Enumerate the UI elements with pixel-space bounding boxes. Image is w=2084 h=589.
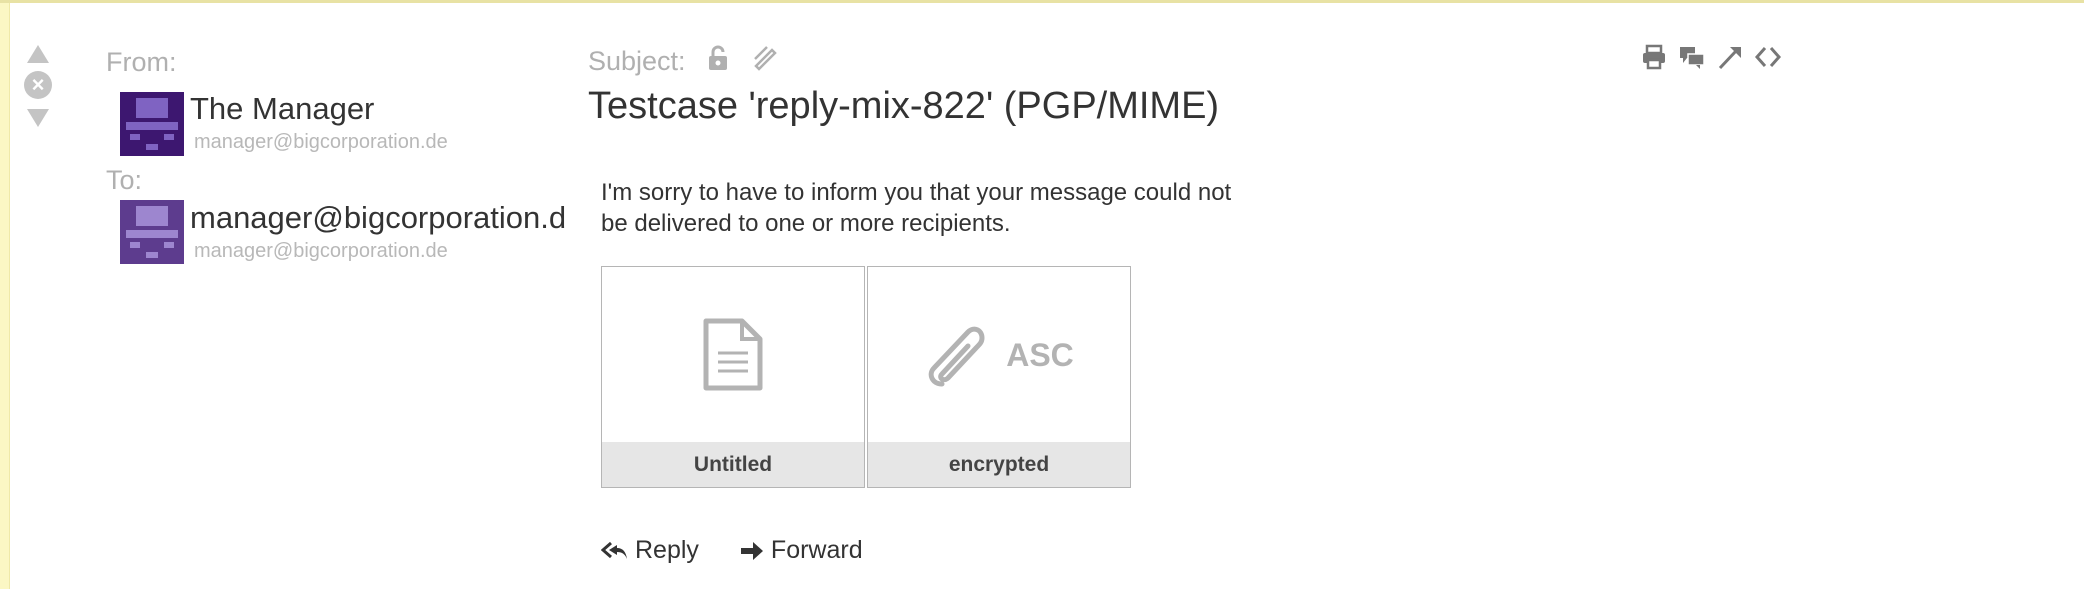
sender-email: manager@bigcorporation.de xyxy=(194,131,448,153)
sender-avatar[interactable] xyxy=(120,92,184,156)
message-body: I'm sorry to have to inform you that you… xyxy=(601,179,1232,237)
to-label: To: xyxy=(106,165,143,195)
attachment-preview xyxy=(602,267,864,444)
previous-arrow-icon[interactable] xyxy=(27,45,49,63)
next-arrow-icon[interactable] xyxy=(27,109,49,127)
arrow-right-icon xyxy=(740,541,763,560)
document-icon xyxy=(703,318,763,391)
attachment-untitled[interactable]: Untitled xyxy=(601,266,865,488)
attachment-caption: encrypted xyxy=(868,442,1130,487)
print-icon[interactable] xyxy=(1640,43,1668,71)
unlock-icon[interactable] xyxy=(707,45,729,78)
attachment-type-label: ASC xyxy=(1006,336,1074,373)
forward-label: Forward xyxy=(770,536,863,564)
pin-icon[interactable] xyxy=(1716,43,1744,71)
recipient-avatar[interactable] xyxy=(120,200,184,264)
subject-label: Subject: xyxy=(588,46,686,77)
reply-all-icon xyxy=(601,541,627,559)
message-subject: Testcase 'reply-mix-822' (PGP/MIME) xyxy=(588,85,1220,127)
reply-label: Reply xyxy=(635,536,699,564)
message-actions: Reply Forward xyxy=(601,536,863,565)
recipient-name[interactable]: manager@bigcorporation.de xyxy=(190,200,566,236)
message-toolbar xyxy=(1640,43,1782,71)
attachment-preview: ASC xyxy=(868,267,1130,444)
unread-stripe xyxy=(0,3,10,589)
sender-name[interactable]: The Manager xyxy=(190,91,374,127)
subject-header: Subject: xyxy=(588,45,779,78)
unsigned-icon[interactable] xyxy=(753,45,779,78)
paperclip-icon xyxy=(928,326,985,387)
forward-button[interactable]: Forward xyxy=(739,536,863,565)
source-code-icon[interactable] xyxy=(1754,43,1782,71)
attachment-list: Untitled ASC encrypted xyxy=(601,266,1133,488)
attachment-caption: Untitled xyxy=(602,442,864,487)
conversation-icon[interactable] xyxy=(1678,43,1706,71)
attachment-encrypted[interactable]: ASC encrypted xyxy=(867,266,1131,488)
reply-button[interactable]: Reply xyxy=(601,536,699,565)
from-label: From: xyxy=(106,47,177,77)
close-icon[interactable]: × xyxy=(24,71,52,99)
recipient-email: manager@bigcorporation.de xyxy=(194,240,448,262)
message-view: × From: The Manager manager@bigcorporati… xyxy=(0,0,2084,589)
